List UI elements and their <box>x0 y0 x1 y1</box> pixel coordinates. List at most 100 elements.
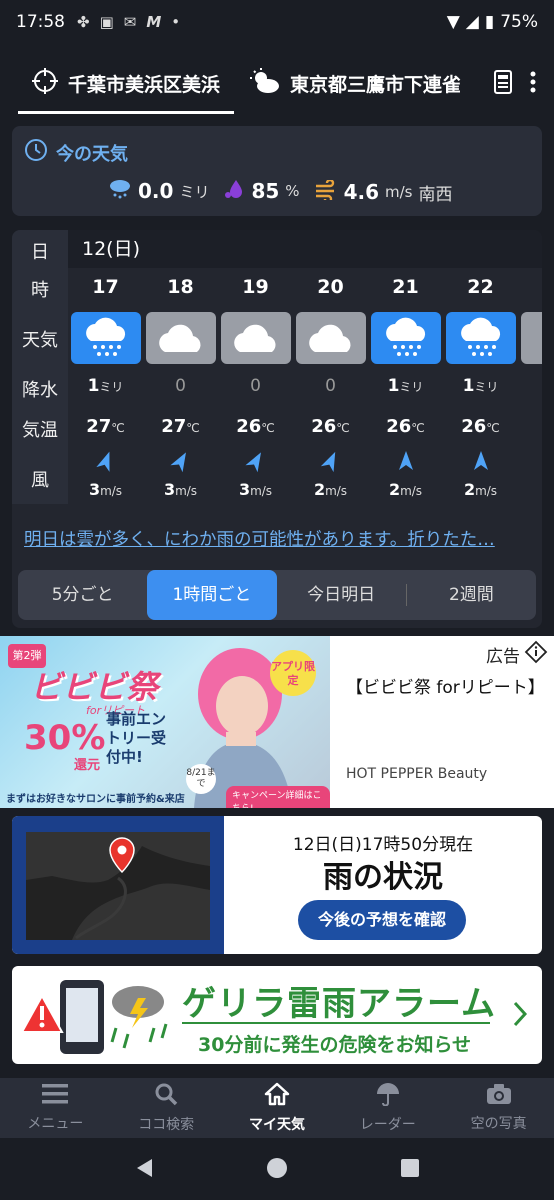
label-temp: 気温 <box>22 420 58 441</box>
forecast-wind-unit: m/s <box>250 484 273 498</box>
home-button-icon[interactable] <box>266 1157 288 1183</box>
forecast-temp-value: 26 <box>311 416 337 437</box>
forecast-wind-value: 3 <box>163 480 176 499</box>
ad-info-icon[interactable] <box>524 640 548 668</box>
forecast-wind-unit: m/s <box>400 484 423 498</box>
segment-1hour[interactable]: 1時間ごと <box>147 570 277 620</box>
forecast-precip-value: 0 <box>175 376 186 396</box>
forecast-temp-unit: ℃ <box>186 421 200 435</box>
ad-title[interactable]: 【ビビビ祭 forリピート】 <box>346 676 546 700</box>
ad-entry: 事前エントリー受付中! <box>106 710 167 766</box>
check-forecast-button[interactable]: 今後の予想を確認 <box>298 900 466 940</box>
nav-search[interactable]: ココ検索 <box>111 1078 222 1138</box>
forecast-hour: 22 <box>467 276 494 298</box>
rain-cloud-icon <box>108 178 132 204</box>
cloud-icon <box>296 312 366 364</box>
list-icon[interactable] <box>494 70 512 98</box>
ad-campaign: キャンペーン詳細はこちら! <box>226 786 330 808</box>
forecast-precip-unit: ミリ <box>399 380 424 394</box>
wifi-icon: ▼ <box>446 12 460 32</box>
recents-icon[interactable] <box>400 1158 420 1182</box>
nav-radar[interactable]: レーダー <box>332 1078 443 1138</box>
rain-icon <box>446 312 516 364</box>
forecast-wind-unit: m/s <box>100 484 123 498</box>
segment-today-tomorrow[interactable]: 今日明日 <box>277 570 406 620</box>
nav-sky-photos[interactable]: 空の写真 <box>443 1078 554 1138</box>
rain-icon <box>371 312 441 364</box>
forecast-wind-value: 2 <box>313 480 326 499</box>
segment-5min[interactable]: 5分ごと <box>18 570 147 620</box>
camera-icon <box>486 1083 512 1109</box>
ad-image[interactable]: 第2弾 ビビビ祭 forリピート 30% 還元 事前エントリー受付中! アプリ限… <box>0 636 330 808</box>
hourly-forecast: 日 時 天気 降水 気温 風 12(日) 明日は雲が多く、にわか雨の可能性があり… <box>12 230 542 628</box>
forecast-wind-unit: m/s <box>475 484 498 498</box>
forecast-hour: 21 <box>392 276 419 298</box>
forecast-temp-unit: ℃ <box>486 421 500 435</box>
forecast-precip-value: 1 <box>87 376 100 396</box>
nav-menu[interactable]: メニュー <box>0 1078 111 1138</box>
guerrilla-alarm-banner[interactable]: ゲリラ雷雨アラーム 30分前に発生の危険をお知らせ <box>12 966 542 1064</box>
location-tab-2[interactable]: 東京都三鷹市下連雀 <box>234 52 475 114</box>
label-wind: 風 <box>31 470 49 491</box>
ad-bottom: まずはお好きなサロンに事前予約&来店 <box>6 794 185 805</box>
ad-banner[interactable]: 第2弾 ビビビ祭 forリピート 30% 還元 事前エントリー受付中! アプリ限… <box>0 636 554 808</box>
rain-status-banner[interactable]: 12日(日)17時50分現在 雨の状況 今後の予想を確認 <box>12 816 542 954</box>
forecast-precip: 0 <box>143 376 218 396</box>
forecast-day: 12(日) <box>68 230 542 268</box>
back-icon[interactable] <box>134 1157 154 1183</box>
label-day: 日 <box>31 242 49 263</box>
forecast-precip: 0 <box>293 376 368 396</box>
forecast-wind: 2m/s <box>293 480 368 499</box>
bottom-navigation: メニュー ココ検索 マイ天気 レーダー 空の写真 <box>0 1078 554 1138</box>
interval-selector: 5分ごと 1時間ごと 今日明日 2週間 <box>18 570 536 620</box>
forecast-temp: 26℃ <box>368 416 443 437</box>
forecast-temp-value: 27 <box>86 416 112 437</box>
forecast-wind: 3m/s <box>68 480 143 499</box>
status-time: 17:58 <box>16 12 65 32</box>
forecast-precip-unit: ミリ <box>474 380 499 394</box>
rain-map <box>12 816 224 954</box>
signal-icon: ◢ <box>465 12 479 32</box>
forecast-wind: 3m/s <box>218 480 293 499</box>
location-tab-1[interactable]: 千葉市美浜区美浜 <box>0 52 235 114</box>
location-target-icon <box>32 67 58 99</box>
forecast-hour: 19 <box>242 276 269 298</box>
forecast-temp-value: 26 <box>386 416 412 437</box>
forecast-temp: 27℃ <box>68 416 143 437</box>
label-weather: 天気 <box>22 330 58 351</box>
wind-direction-icon <box>368 450 443 472</box>
location-tab-label: 千葉市美浜区美浜 <box>68 73 221 96</box>
forecast-next-column-peek <box>521 312 542 364</box>
ad-points: 30% <box>24 718 106 758</box>
forecast-temp-value: 27 <box>161 416 187 437</box>
rain-icon <box>71 312 141 364</box>
forecast-wind-unit: m/s <box>175 484 198 498</box>
radar-umbrella-icon <box>375 1082 401 1110</box>
more-options-icon[interactable] <box>530 70 536 98</box>
menu-icon <box>42 1083 69 1109</box>
battery-level: 75% <box>500 12 538 32</box>
forecast-hour: 20 <box>317 276 344 298</box>
forecast-precip-value: 1 <box>387 376 400 396</box>
forecast-summary-link[interactable]: 明日は雲が多く、にわか雨の可能性があります。折りたた… <box>24 526 530 551</box>
nav-my-weather[interactable]: マイ天気 <box>222 1078 333 1138</box>
forecast-wind: 3m/s <box>143 480 218 499</box>
forecast-temp-unit: ℃ <box>411 421 425 435</box>
forecast-wind-value: 3 <box>88 480 101 499</box>
location-tab-label: 東京都三鷹市下連雀 <box>290 73 462 96</box>
forecast-precip-value: 0 <box>325 376 336 396</box>
pinwheel-icon: ✤ <box>77 13 90 31</box>
battery-icon: ▮ <box>484 12 495 32</box>
current-weather-card[interactable]: 今の天気 0.0 ミリ 85 % 4.6 m/s 南西 <box>12 126 542 216</box>
forecast-temp: 26℃ <box>218 416 293 437</box>
dot-icon: • <box>171 13 181 31</box>
forecast-precip: 1ミリ <box>368 376 443 396</box>
forecast-precip: 1ミリ <box>443 376 518 396</box>
forecast-precip: 0 <box>218 376 293 396</box>
forecast-precip: 1ミリ <box>68 376 143 396</box>
phone-warning-icon <box>20 978 170 1062</box>
forecast-wind-value: 2 <box>388 480 401 499</box>
segment-2weeks[interactable]: 2週間 <box>407 570 536 620</box>
label-hour: 時 <box>31 280 49 301</box>
cloud-icon <box>221 312 291 364</box>
